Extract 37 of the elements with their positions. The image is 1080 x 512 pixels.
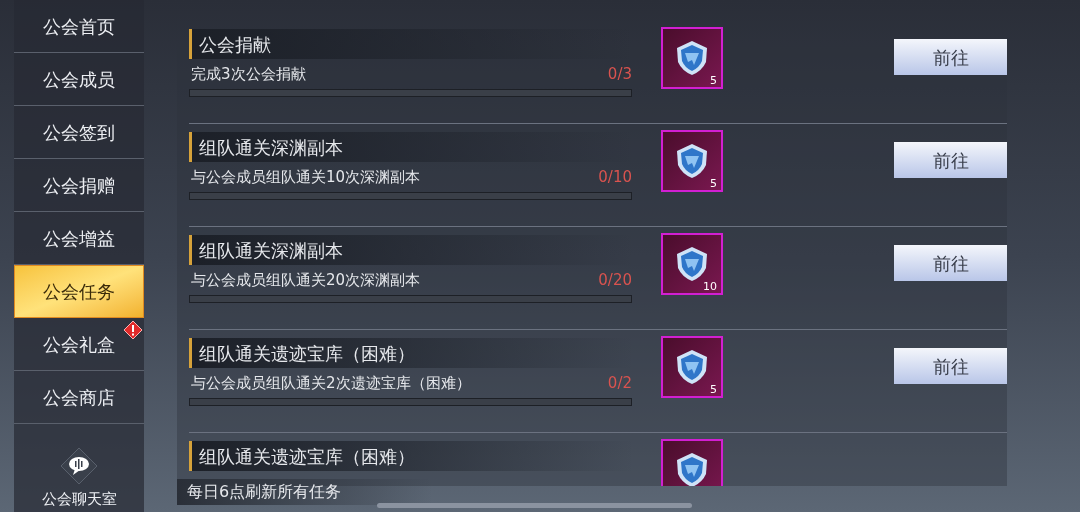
progress-count: 0/10 [598, 167, 632, 188]
progress-count: 0/3 [607, 64, 632, 85]
reward-item[interactable]: 10 [661, 233, 723, 295]
sidebar-item[interactable]: 公会成员 [14, 53, 144, 106]
chat-bubble-icon [59, 445, 99, 486]
progress-count: 0/20 [598, 270, 632, 291]
progress-count: 0/2 [607, 373, 632, 394]
alert-icon [123, 320, 143, 340]
task-title: 组队通关遗迹宝库（困难） [199, 341, 415, 366]
task-description: 与公会成员组队通关10次深渊副本 [191, 167, 421, 188]
chat-room-button[interactable]: 公会聊天室 [14, 424, 144, 512]
reward-count: 5 [710, 384, 717, 395]
sidebar-item[interactable]: 公会任务 [14, 265, 144, 318]
task-title: 组队通关遗迹宝库（困难） [199, 444, 415, 469]
sidebar-item[interactable]: 公会礼盒 [14, 318, 144, 371]
go-button[interactable]: 前往 [894, 39, 1007, 75]
sidebar-item[interactable]: 公会签到 [14, 106, 144, 159]
notice-text: 每日6点刷新所有任务 [187, 481, 342, 503]
reward-item[interactable]: 5 [661, 336, 723, 398]
go-button[interactable]: 前往 [894, 142, 1007, 178]
reward-count: 5 [710, 178, 717, 189]
reward-item[interactable] [661, 439, 723, 486]
sidebar-item[interactable]: 公会首页 [14, 0, 144, 53]
reward-count: 5 [710, 75, 717, 86]
sidebar-item[interactable]: 公会商店 [14, 371, 144, 424]
task-title: 公会捐献 [199, 32, 271, 57]
go-button[interactable]: 前往 [894, 348, 1007, 384]
sidebar-item[interactable]: 公会捐赠 [14, 159, 144, 212]
task-title: 组队通关深渊副本 [199, 135, 343, 160]
reward-item[interactable]: 5 [661, 130, 723, 192]
task-description: 与公会成员组队通关2次遗迹宝库（困难） [191, 373, 471, 394]
go-button[interactable]: 前往 [894, 245, 1007, 281]
task-description: 完成3次公会捐献 [191, 64, 306, 85]
reward-item[interactable]: 5 [661, 27, 723, 89]
reward-count: 10 [703, 281, 717, 292]
task-title: 组队通关深渊副本 [199, 238, 343, 263]
task-description: 与公会成员组队通关20次深渊副本 [191, 270, 421, 291]
